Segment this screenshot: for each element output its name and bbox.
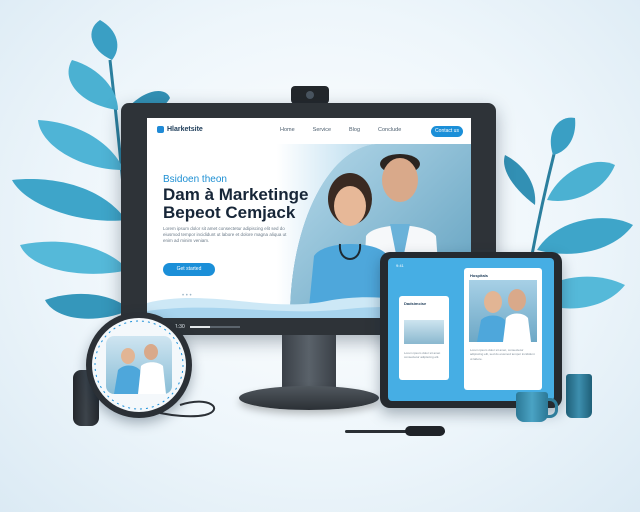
media-player-bar: 1:30 <box>160 322 300 332</box>
site-logo[interactable]: Hlarketsite <box>157 126 203 133</box>
nav-link-conclude[interactable]: Conclude <box>378 127 401 133</box>
stylus-pen-grip <box>405 426 445 436</box>
tumbler-cup <box>566 374 592 418</box>
website-navbar: Hlarketsite Home Service Blog Conclude C… <box>147 118 471 145</box>
tablet-left-card-text: Lorem ipsum dolor sit amet consectetur a… <box>404 351 441 359</box>
tablet-left-card-title: Dadsimcise <box>404 301 427 306</box>
webcam <box>291 86 329 104</box>
device-cable <box>159 400 216 418</box>
logo-icon <box>157 126 164 133</box>
contact-button[interactable]: Contact us <box>431 126 463 137</box>
tablet-right-card-title: Hospitals <box>470 273 489 278</box>
slider-dots[interactable]: • • • <box>182 293 192 299</box>
site-logo-text: Hlarketsite <box>167 126 203 133</box>
nav-link-blog[interactable]: Blog <box>349 127 360 133</box>
tablet-screen: 9:41 Dadsimcise Lorem ipsum dolor sit am… <box>388 258 554 401</box>
tablet-staff-illustration <box>477 289 531 342</box>
coffee-mug-handle <box>545 398 558 418</box>
tablet-right-card[interactable]: Hospitals Lorem ipsum dolor sit amet, co… <box>464 268 542 390</box>
coffee-mug <box>516 392 548 422</box>
player-progress-track[interactable] <box>189 326 240 328</box>
nav-link-service[interactable]: Service <box>313 127 331 133</box>
monitor-stand-base <box>239 386 379 410</box>
nav-link-home[interactable]: Home <box>280 127 295 133</box>
tablet-left-card[interactable]: Dadsimcise Lorem ipsum dolor sit amet co… <box>399 296 449 380</box>
tablet-status: 9:41 <box>396 263 404 268</box>
tablet-left-card-photo <box>404 320 444 344</box>
monitor-stand-neck <box>282 335 336 387</box>
marketing-scene: Hlarketsite Home Service Blog Conclude C… <box>0 0 640 512</box>
hero-cta-button[interactable]: Get started <box>163 263 215 276</box>
nav-links: Home Service Blog Conclude <box>280 127 401 133</box>
tablet-right-card-text: Lorem ipsum dolor sit amet, consectetur … <box>470 348 535 361</box>
hero-headline-line-1: Dam à Marketinge <box>163 185 309 204</box>
player-progress-fill <box>189 326 210 328</box>
hero-headline: Dam à Marketinge Bepeot Cemjack <box>163 185 309 222</box>
hero-headline-line-2: Bepeot Cemjack <box>163 203 296 222</box>
tablet-right-card-photo <box>469 280 537 342</box>
hero-eyebrow: Bsidoen theon <box>163 174 227 185</box>
hero-body-copy: Lorem ipsum dolor sit amet consectetur a… <box>163 226 287 244</box>
